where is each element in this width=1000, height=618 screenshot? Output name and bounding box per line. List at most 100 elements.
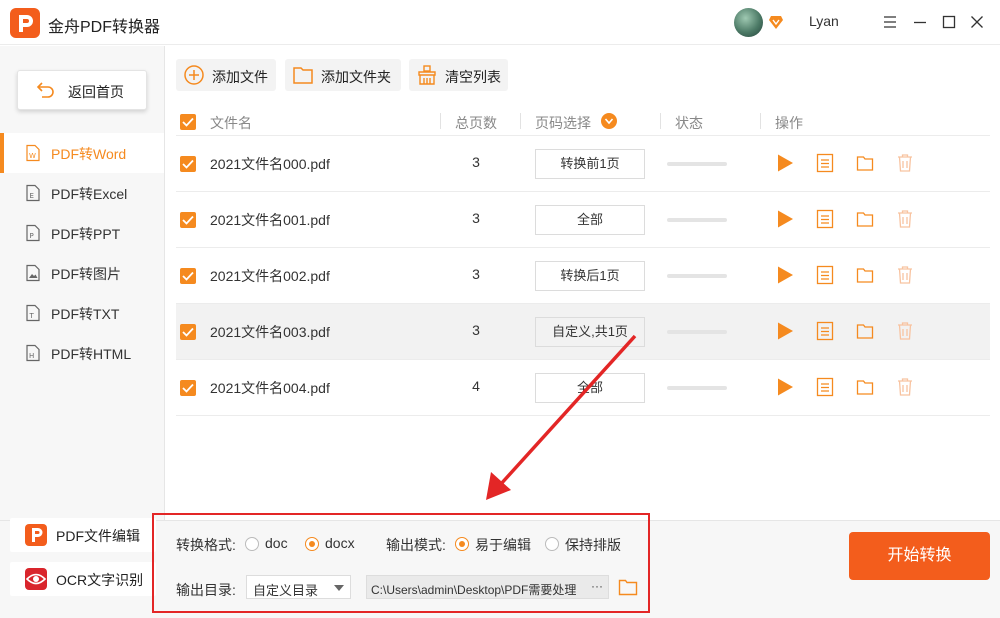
document-list-icon[interactable] [816, 321, 834, 341]
page-range-button[interactable]: 全部 [535, 373, 645, 403]
mode-option-easy-edit[interactable]: 易于编辑 [475, 535, 531, 555]
table-row[interactable]: 2021文件名000.pdf 3 转换前1页 [176, 136, 990, 192]
output-path-field[interactable]: C:\Users\admin\Desktop\PDF需要处理 ··· [366, 575, 609, 599]
play-icon[interactable] [775, 265, 795, 285]
output-dir-select-value: 自定义目录 [253, 583, 319, 598]
format-option-docx[interactable]: docx [325, 535, 355, 551]
sidebar-item-pdf-to-word[interactable]: W PDF转Word [0, 133, 164, 173]
row-checkbox[interactable] [180, 268, 196, 284]
sidebar-item-pdf-to-txt[interactable]: T PDF转TXT [0, 293, 164, 333]
sidebar-item-pdf-to-image[interactable]: PDF转图片 [0, 253, 164, 293]
row-checkbox[interactable] [180, 380, 196, 396]
progress-bar [667, 330, 727, 334]
page-count: 3 [472, 266, 480, 282]
maximize-icon[interactable] [939, 12, 959, 32]
svg-text:W: W [29, 152, 36, 160]
excel-doc-icon: E [26, 184, 40, 202]
play-icon[interactable] [775, 321, 795, 341]
avatar[interactable] [734, 8, 763, 37]
page-range-button[interactable]: 转换前1页 [535, 149, 645, 179]
table-row[interactable]: 2021文件名003.pdf 3 自定义,共1页 [176, 304, 990, 360]
user-name[interactable]: Lyan [809, 13, 839, 29]
mode-option-keep-layout[interactable]: 保持排版 [565, 535, 621, 555]
page-count: 3 [472, 154, 480, 170]
add-circle-icon [184, 65, 204, 85]
document-list-icon[interactable] [816, 153, 834, 173]
back-home-button[interactable]: 返回首页 [17, 70, 147, 110]
format-option-doc[interactable]: doc [265, 535, 288, 551]
pdf-edit-button[interactable]: PDF文件编辑 [10, 518, 156, 552]
header-status: 状态 [675, 115, 703, 131]
trash-icon[interactable] [896, 153, 914, 173]
document-list-icon[interactable] [816, 265, 834, 285]
file-name: 2021文件名004.pdf [210, 380, 330, 396]
back-home-label: 返回首页 [68, 84, 124, 100]
sidebar-item-pdf-to-html[interactable]: H PDF转HTML [0, 333, 164, 373]
table-row[interactable]: 2021文件名004.pdf 4 全部 [176, 360, 990, 416]
menu-icon[interactable] [880, 12, 900, 32]
mode-radio-easy-edit[interactable] [455, 537, 469, 551]
svg-text:P: P [30, 232, 34, 240]
header-actions: 操作 [775, 115, 803, 131]
folder-icon[interactable] [618, 577, 638, 597]
open-folder-icon[interactable] [856, 321, 874, 341]
add-folder-button[interactable]: 添加文件夹 [285, 59, 401, 91]
trash-icon[interactable] [896, 321, 914, 341]
header-divider [520, 113, 521, 129]
play-icon[interactable] [775, 377, 795, 397]
minimize-icon[interactable] [910, 12, 930, 32]
table-row[interactable]: 2021文件名001.pdf 3 全部 [176, 192, 990, 248]
page-range-button[interactable]: 转换后1页 [535, 261, 645, 291]
page-select-dropdown-icon[interactable] [600, 112, 618, 130]
file-name: 2021文件名001.pdf [210, 212, 330, 228]
open-folder-icon[interactable] [856, 377, 874, 397]
row-checkbox[interactable] [180, 324, 196, 340]
play-icon[interactable] [775, 153, 795, 173]
page-count: 3 [472, 322, 480, 338]
clear-list-button[interactable]: 清空列表 [409, 59, 508, 91]
output-dir-select[interactable]: 自定义目录 [246, 575, 351, 599]
add-file-label: 添加文件 [212, 69, 268, 85]
progress-bar [667, 386, 727, 390]
format-radio-docx[interactable] [305, 537, 319, 551]
trash-icon[interactable] [896, 265, 914, 285]
mode-label: 输出模式: [386, 537, 446, 553]
open-folder-icon[interactable] [856, 153, 874, 173]
format-label: 转换格式: [176, 537, 236, 553]
clear-list-label: 清空列表 [445, 69, 501, 85]
header-divider [660, 113, 661, 129]
table-row[interactable]: 2021文件名002.pdf 3 转换后1页 [176, 248, 990, 304]
trash-icon[interactable] [896, 377, 914, 397]
format-radio-doc[interactable] [245, 537, 259, 551]
title-bar: 金舟PDF转换器 Lyan [0, 0, 1000, 45]
sidebar: 返回首页 W PDF转Word E PDF转Excel P PDF转PPT PD… [0, 46, 165, 520]
mode-radio-keep-layout[interactable] [545, 537, 559, 551]
sidebar-item-label: PDF转HTML [51, 346, 132, 362]
document-list-icon[interactable] [816, 377, 834, 397]
ocr-button[interactable]: OCR文字识别 [10, 562, 156, 596]
table-header: 文件名 总页数 页码选择 状态 操作 [176, 107, 990, 136]
add-file-button[interactable]: 添加文件 [176, 59, 276, 91]
file-name: 2021文件名000.pdf [210, 156, 330, 172]
select-all-checkbox[interactable] [180, 114, 196, 130]
header-divider [440, 113, 441, 129]
ocr-eye-icon [25, 568, 47, 590]
page-range-button[interactable]: 自定义,共1页 [535, 317, 645, 347]
trash-icon[interactable] [896, 209, 914, 229]
folder-icon [293, 67, 313, 84]
app-logo-icon [10, 8, 40, 38]
row-checkbox[interactable] [180, 156, 196, 172]
document-list-icon[interactable] [816, 209, 834, 229]
output-dir-label: 输出目录: [176, 582, 236, 598]
play-icon[interactable] [775, 209, 795, 229]
page-range-button[interactable]: 全部 [535, 205, 645, 235]
close-icon[interactable] [967, 12, 987, 32]
start-convert-button[interactable]: 开始转换 [849, 532, 990, 580]
sidebar-item-pdf-to-ppt[interactable]: P PDF转PPT [0, 213, 164, 253]
browse-more-button[interactable]: ··· [586, 576, 608, 598]
open-folder-icon[interactable] [856, 265, 874, 285]
sidebar-item-pdf-to-excel[interactable]: E PDF转Excel [0, 173, 164, 213]
open-folder-icon[interactable] [856, 209, 874, 229]
row-checkbox[interactable] [180, 212, 196, 228]
app-title: 金舟PDF转换器 [48, 19, 161, 36]
